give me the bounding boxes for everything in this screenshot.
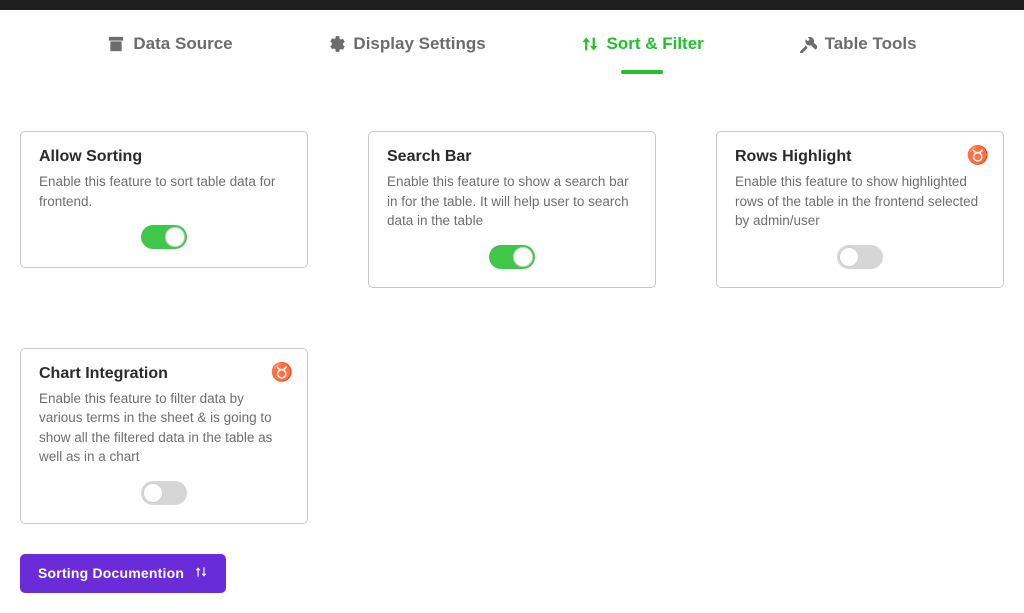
card-description: Enable this feature to sort table data f… bbox=[39, 172, 289, 211]
card-description: Enable this feature to show highlighted … bbox=[735, 172, 985, 231]
card-chart-integration: ♉ Chart Integration Enable this feature … bbox=[20, 348, 308, 524]
tab-display-settings[interactable]: Display Settings bbox=[327, 34, 485, 64]
toggle-wrapper bbox=[735, 245, 985, 269]
toggle-rows-highlight[interactable] bbox=[837, 245, 883, 269]
card-search-bar: Search Bar Enable this feature to show a… bbox=[368, 131, 656, 288]
toggle-wrapper bbox=[39, 481, 289, 505]
toggle-wrapper bbox=[387, 245, 637, 269]
settings-page: Data Source Display Settings Sort & Filt… bbox=[0, 10, 1024, 613]
pro-badge-icon: ♉ bbox=[271, 363, 293, 381]
toggle-chart-integration[interactable] bbox=[141, 481, 187, 505]
archive-icon bbox=[107, 35, 125, 53]
card-allow-sorting: Allow Sorting Enable this feature to sor… bbox=[20, 131, 308, 268]
tab-data-source[interactable]: Data Source bbox=[107, 34, 232, 64]
card-title: Rows Highlight bbox=[735, 148, 985, 166]
window-top-strip bbox=[0, 0, 1024, 10]
tools-icon bbox=[799, 35, 817, 53]
card-description: Enable this feature to filter data by va… bbox=[39, 389, 289, 467]
card-title: Allow Sorting bbox=[39, 148, 289, 166]
settings-tabs: Data Source Display Settings Sort & Filt… bbox=[20, 10, 1004, 76]
toggle-allow-sorting[interactable] bbox=[141, 225, 187, 249]
tab-label: Sort & Filter bbox=[607, 34, 704, 54]
toggle-search-bar[interactable] bbox=[489, 245, 535, 269]
card-description: Enable this feature to show a search bar… bbox=[387, 172, 637, 231]
card-title: Chart Integration bbox=[39, 365, 289, 383]
button-label: Sorting Documention bbox=[38, 565, 184, 581]
pro-badge-icon: ♉ bbox=[967, 146, 989, 164]
tab-sort-filter[interactable]: Sort & Filter bbox=[581, 34, 704, 64]
toggle-wrapper bbox=[39, 225, 289, 249]
feature-cards: Allow Sorting Enable this feature to sor… bbox=[20, 131, 1004, 524]
sort-icon bbox=[194, 565, 208, 582]
tab-table-tools[interactable]: Table Tools bbox=[799, 34, 917, 64]
sort-icon bbox=[581, 35, 599, 53]
settings-icon bbox=[327, 35, 345, 53]
tab-label: Table Tools bbox=[825, 34, 917, 54]
card-rows-highlight: ♉ Rows Highlight Enable this feature to … bbox=[716, 131, 1004, 288]
tab-label: Data Source bbox=[133, 34, 232, 54]
sorting-documentation-button[interactable]: Sorting Documention bbox=[20, 554, 226, 593]
tab-label: Display Settings bbox=[353, 34, 485, 54]
footer-actions: Sorting Documention bbox=[20, 554, 1004, 593]
card-title: Search Bar bbox=[387, 148, 637, 166]
